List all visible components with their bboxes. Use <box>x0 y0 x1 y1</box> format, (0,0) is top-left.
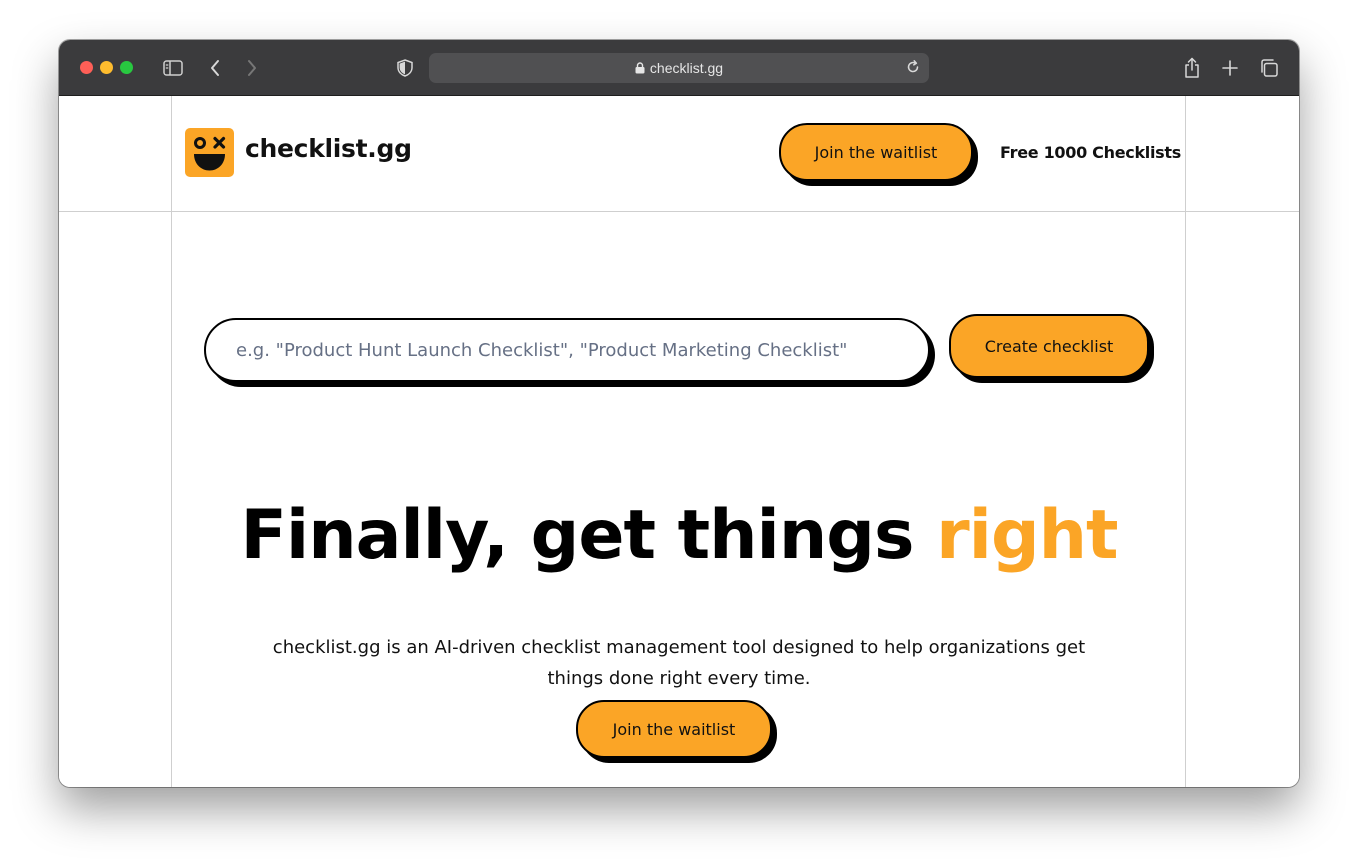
brand-name[interactable]: checklist.gg <box>245 134 412 163</box>
hero-headline: Finally, get things right <box>59 496 1299 575</box>
reload-icon[interactable] <box>905 59 921 80</box>
tabs-overview-icon[interactable] <box>1258 57 1280 79</box>
smiley-logo-icon[interactable] <box>185 128 234 177</box>
grid-line-left <box>171 96 172 787</box>
lock-icon <box>635 61 645 77</box>
new-tab-icon[interactable] <box>1219 57 1241 79</box>
web-page: checklist.gg Join the waitlist Free 1000… <box>59 96 1299 787</box>
zoom-window-button[interactable] <box>120 61 133 74</box>
headline-accent-text: right <box>936 496 1118 575</box>
join-waitlist-cta-button[interactable]: Join the waitlist <box>576 700 772 758</box>
forward-icon[interactable] <box>241 57 263 79</box>
header-divider <box>59 211 1299 212</box>
join-waitlist-nav-button[interactable]: Join the waitlist <box>779 123 973 181</box>
address-url: checklist.gg <box>649 60 724 76</box>
browser-window: checklist.gg checklist.gg Join the waitl… <box>59 40 1299 787</box>
address-bar[interactable]: checklist.gg <box>429 53 929 83</box>
browser-toolbar: checklist.gg <box>59 40 1299 96</box>
create-checklist-button[interactable]: Create checklist <box>949 314 1149 378</box>
close-window-button[interactable] <box>80 61 93 74</box>
grid-line-right <box>1185 96 1186 787</box>
free-checklists-link[interactable]: Free 1000 Checklists <box>1000 143 1181 162</box>
headline-main-text: Finally, get things <box>240 496 937 575</box>
share-icon[interactable] <box>1181 57 1203 79</box>
hero-description: checklist.gg is an AI-driven checklist m… <box>272 637 1086 689</box>
sidebar-icon[interactable] <box>162 57 184 79</box>
minimize-window-button[interactable] <box>100 61 113 74</box>
shield-icon[interactable] <box>394 57 416 79</box>
back-icon[interactable] <box>204 57 226 79</box>
checklist-search-input[interactable] <box>204 318 930 382</box>
